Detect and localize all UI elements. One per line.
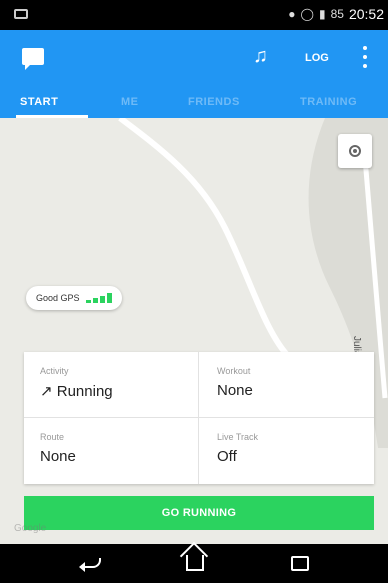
chat-icon[interactable] bbox=[22, 48, 44, 70]
music-icon[interactable]: ♫ bbox=[253, 46, 268, 66]
system-nav-bar bbox=[0, 544, 388, 583]
notification-icon bbox=[14, 9, 28, 19]
workout-label: Workout bbox=[217, 366, 251, 376]
route-label: Route bbox=[40, 432, 65, 442]
clock: 20:52 bbox=[348, 6, 384, 22]
tab-start[interactable]: START bbox=[20, 96, 58, 108]
gps-status-text: Good GPS bbox=[36, 293, 80, 303]
activity-selector[interactable]: Activity ↗ Running bbox=[24, 352, 199, 418]
app-bar: ♫ LOG bbox=[0, 30, 388, 86]
live-track-selector[interactable]: Live Track Off bbox=[199, 418, 374, 484]
back-icon[interactable] bbox=[79, 558, 101, 572]
route-selector[interactable]: Route None bbox=[24, 418, 199, 484]
gps-signal-icon bbox=[85, 293, 112, 303]
workout-selector[interactable]: Workout None bbox=[199, 352, 374, 418]
activity-value: Running bbox=[56, 383, 113, 400]
google-attribution: Google bbox=[14, 523, 47, 534]
overflow-menu-icon[interactable] bbox=[362, 46, 368, 68]
my-location-button[interactable] bbox=[338, 134, 372, 168]
map-view[interactable]: Julia Oh Ave Good GPS Activity ↗ Running… bbox=[0, 118, 388, 544]
alarm-icon: ◯ bbox=[300, 7, 314, 21]
battery-level: 85 bbox=[330, 7, 344, 21]
workout-value: None bbox=[217, 382, 253, 399]
location-pin-icon: ● bbox=[288, 7, 296, 21]
activity-settings-card: Activity ↗ Running Workout None Route No… bbox=[24, 352, 374, 484]
tab-training[interactable]: TRAINING bbox=[300, 96, 357, 108]
status-bar: ● ◯ ▮ 85 20:52 bbox=[0, 0, 388, 30]
gps-status-badge: Good GPS bbox=[26, 286, 122, 310]
home-icon[interactable] bbox=[186, 555, 204, 571]
recent-apps-icon[interactable] bbox=[291, 556, 309, 571]
crosshair-icon bbox=[349, 145, 361, 157]
log-button[interactable]: LOG bbox=[305, 52, 329, 64]
status-icons: ● ◯ ▮ 85 20:52 bbox=[288, 6, 384, 22]
go-running-button[interactable]: GO RUNNING bbox=[24, 496, 374, 530]
running-icon: ↗ bbox=[40, 383, 57, 400]
map-road bbox=[118, 118, 293, 361]
tab-friends[interactable]: FRIENDS bbox=[188, 96, 240, 108]
live-track-value: Off bbox=[217, 448, 237, 465]
tab-me[interactable]: ME bbox=[121, 96, 139, 108]
route-value: None bbox=[40, 448, 76, 465]
live-track-label: Live Track bbox=[217, 432, 259, 442]
activity-label: Activity bbox=[40, 366, 69, 376]
signal-icon: ▮ bbox=[318, 7, 326, 21]
tab-bar: START ME FRIENDS TRAINING bbox=[0, 86, 388, 118]
